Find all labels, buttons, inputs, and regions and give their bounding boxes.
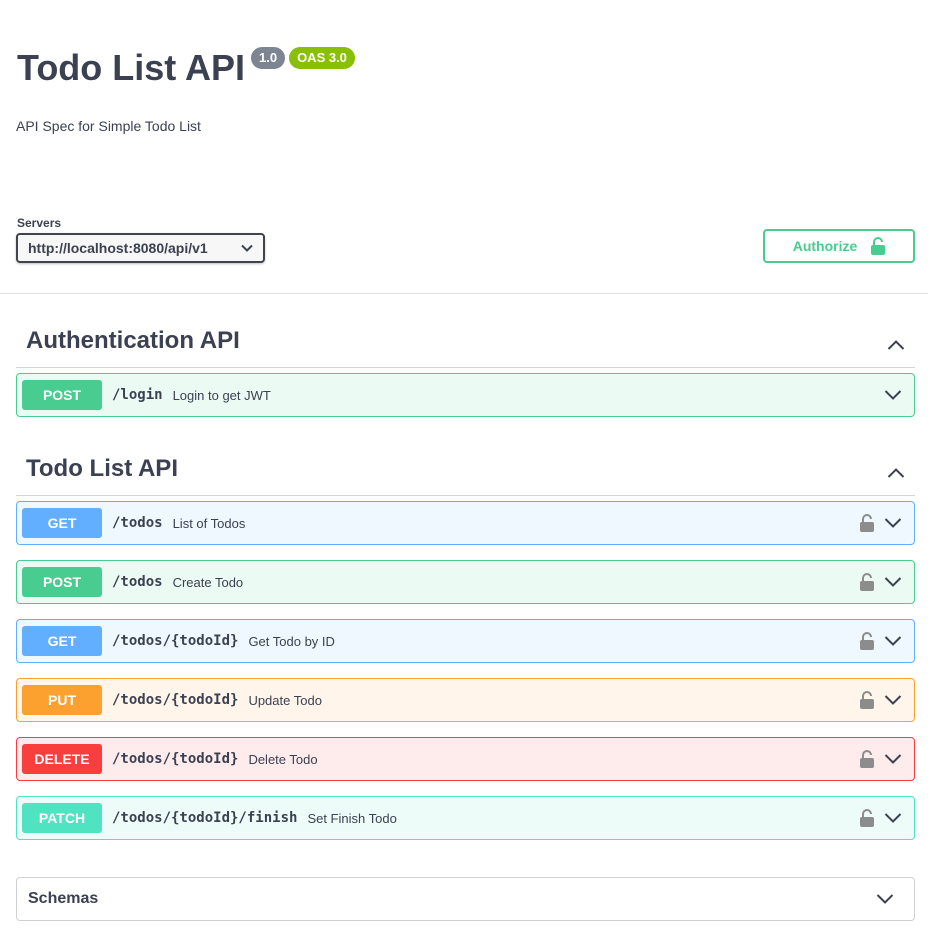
tag-title: Todo List API <box>26 455 178 482</box>
method-badge: PATCH <box>22 803 102 833</box>
operation-path: /todos <box>112 574 163 590</box>
chevron-down-icon <box>884 390 902 400</box>
chevron-down-icon <box>884 518 902 528</box>
unlocked-icon <box>871 237 886 255</box>
schemas-label: Schemas <box>28 890 99 907</box>
chevron-up-icon <box>887 468 905 478</box>
chevron-down-icon <box>884 754 902 764</box>
operation-post[interactable]: POST/todos Create Todo <box>16 560 915 604</box>
lock-icon <box>860 514 874 532</box>
tag-section: Authentication API POST/login Login to get… <box>16 294 915 417</box>
operation-put[interactable]: PUT/todos/{todoId} Update Todo <box>16 678 915 722</box>
method-badge: PUT <box>22 685 102 715</box>
operation-path: /todos/{todoId} <box>112 633 239 649</box>
chevron-down-icon <box>884 695 902 705</box>
lock-icon <box>860 691 874 709</box>
method-badge: POST <box>22 567 102 597</box>
operation-summary: Update Todo <box>248 692 322 708</box>
operation-path: /todos/{todoId} <box>112 692 239 708</box>
api-description: API Spec for Simple Todo List <box>16 118 201 134</box>
operation-path: /login <box>112 387 163 403</box>
tag-header[interactable]: Authentication API <box>16 294 915 368</box>
operation-patch[interactable]: PATCH/todos/{todoId}/finish Set Finish To… <box>16 796 915 840</box>
method-badge: GET <box>22 508 102 538</box>
operation-summary: Login to get JWT <box>172 387 271 403</box>
title-row: Todo List API 1.0 OAS 3.0 <box>17 44 355 92</box>
api-title: Todo List API <box>17 47 245 88</box>
operations-list: POST/login Login to get JWT <box>16 373 915 417</box>
chevron-up-icon <box>887 340 905 350</box>
server-select-value: http://localhost:8080/api/v1 <box>28 240 208 256</box>
operation-controls <box>860 620 902 662</box>
operation-controls <box>860 797 902 839</box>
operation-summary: Get Todo by ID <box>248 633 335 649</box>
chevron-down-icon <box>876 894 894 904</box>
operation-summary: Delete Todo <box>248 751 318 767</box>
chevron-down-icon <box>884 813 902 823</box>
operation-post[interactable]: POST/login Login to get JWT <box>16 373 915 417</box>
chevron-down-icon <box>884 636 902 646</box>
operation-controls <box>860 502 902 544</box>
tag-section: Todo List API GET/todos List of Todos POST /… <box>16 422 915 840</box>
operation-controls <box>884 374 902 416</box>
operations-list: GET/todos List of Todos POST/todos Create T… <box>16 501 915 840</box>
operation-get[interactable]: GET/todos/{todoId} Get Todo by ID <box>16 619 915 663</box>
method-badge: POST <box>22 380 102 410</box>
scheme-container: Servers http://localhost:8080/api/v1 Aut… <box>0 190 928 294</box>
operation-summary: Set Finish Todo <box>307 810 397 826</box>
operation-path: /todos <box>112 515 163 531</box>
method-badge: DELETE <box>22 744 102 774</box>
operation-controls <box>860 738 902 780</box>
lock-icon <box>860 632 874 650</box>
operation-path: /todos/{todoId}/finish <box>112 810 298 826</box>
version-badge: 1.0 <box>250 47 286 69</box>
lock-icon <box>860 573 874 591</box>
tag-title: Authentication API <box>26 327 240 354</box>
tag-header[interactable]: Todo List API <box>16 422 915 496</box>
authorize-label: Authorize <box>792 238 858 254</box>
operation-controls <box>860 561 902 603</box>
lock-icon <box>860 750 874 768</box>
chevron-down-icon <box>241 244 253 252</box>
operation-controls <box>860 679 902 721</box>
method-badge: GET <box>22 626 102 656</box>
operation-delete[interactable]: DELETE/todos/{todoId} Delete Todo <box>16 737 915 781</box>
server-select[interactable]: http://localhost:8080/api/v1 <box>16 233 265 263</box>
operation-get[interactable]: GET/todos List of Todos <box>16 501 915 545</box>
authorize-button[interactable]: Authorize <box>763 229 915 263</box>
schemas-section[interactable]: Schemas <box>16 877 915 921</box>
api-info: Todo List API 1.0 OAS 3.0 API Spec for S… <box>0 0 928 190</box>
servers-label: Servers <box>17 216 62 230</box>
chevron-down-icon <box>884 577 902 587</box>
operation-summary: List of Todos <box>172 515 246 531</box>
oas-badge: OAS 3.0 <box>289 47 355 69</box>
lock-icon <box>860 809 874 827</box>
operation-summary: Create Todo <box>172 574 244 590</box>
operation-path: /todos/{todoId} <box>112 751 239 767</box>
